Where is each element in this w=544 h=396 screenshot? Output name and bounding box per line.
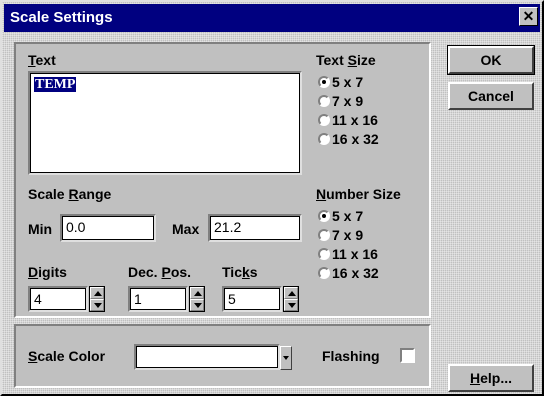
flashing-checkbox[interactable] [400, 348, 415, 363]
scale-range-label: Scale Range [28, 186, 112, 202]
max-label: Max [172, 221, 200, 237]
ticks-spinner[interactable] [283, 286, 299, 312]
dec-pos-spinner[interactable] [189, 286, 205, 312]
ticks-label: Ticks [222, 264, 258, 280]
spin-down-icon[interactable] [284, 299, 298, 311]
color-panel: Scale Color Flashing [14, 324, 431, 388]
dec-pos-label: Dec. Pos. [128, 264, 192, 280]
ok-button[interactable]: OK [447, 45, 535, 75]
spin-down-icon[interactable] [190, 299, 204, 311]
scale-color-select[interactable] [134, 344, 280, 370]
digits-spinner[interactable] [89, 286, 105, 312]
text-size-label: Text Size [316, 52, 376, 68]
radio-icon [318, 114, 330, 126]
min-label: Min [28, 221, 53, 237]
spin-up-icon[interactable] [284, 287, 298, 299]
radio-icon [318, 229, 330, 241]
scale-settings-dialog: Scale Settings ✕ Text TEMP Text Size 5 x… [0, 0, 544, 396]
radio-icon [318, 267, 330, 279]
chevron-down-icon [283, 356, 289, 360]
text-label: Text [28, 52, 56, 68]
max-input[interactable]: 21.2 [208, 214, 302, 242]
digits-input[interactable]: 4 [28, 286, 88, 312]
radio-icon [318, 133, 330, 145]
radio-selected-icon [318, 210, 330, 222]
radio-icon [318, 95, 330, 107]
radio-selected-icon [318, 76, 330, 88]
number-size-label: Number Size [316, 186, 401, 202]
cancel-button[interactable]: Cancel [448, 82, 534, 110]
ticks-input[interactable]: 5 [222, 286, 282, 312]
spin-up-icon[interactable] [90, 287, 104, 299]
help-button[interactable]: Help... [448, 364, 534, 392]
dec-pos-input[interactable]: 1 [128, 286, 188, 312]
radio-icon [318, 248, 330, 260]
spin-up-icon[interactable] [190, 287, 204, 299]
text-value: TEMP [34, 77, 77, 92]
scale-color-dropdown-button[interactable] [280, 346, 292, 370]
title-bar[interactable]: Scale Settings ✕ [4, 4, 540, 32]
window-title: Scale Settings [10, 9, 113, 26]
settings-panel: Text TEMP Text Size 5 x 7 7 x 9 11 x 16 [14, 42, 431, 318]
text-input[interactable]: TEMP [28, 71, 302, 175]
scale-color-label: Scale Color [28, 348, 106, 364]
spin-down-icon[interactable] [90, 299, 104, 311]
min-input[interactable]: 0.0 [60, 214, 156, 242]
digits-label: Digits [28, 264, 67, 280]
flashing-label: Flashing [322, 348, 380, 364]
close-icon: ✕ [522, 8, 535, 24]
close-button[interactable]: ✕ [519, 7, 538, 26]
